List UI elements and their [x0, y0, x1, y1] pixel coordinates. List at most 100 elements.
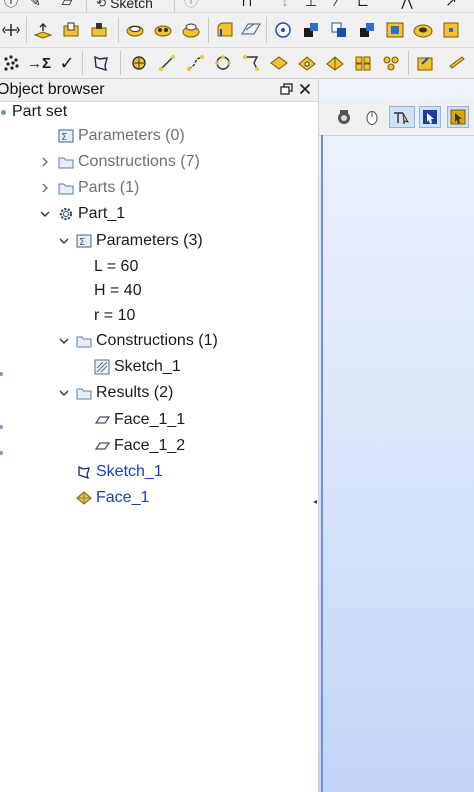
mouse-icon[interactable]: [361, 106, 383, 128]
tree-item-label: Constructions (1): [96, 332, 218, 349]
tree-item-label: Part set: [12, 103, 68, 120]
circle-icon[interactable]: [212, 52, 234, 74]
tree-item-results[interactable]: Results (2): [76, 381, 173, 405]
collapse-chevron-icon[interactable]: [58, 335, 70, 347]
tree-item-constructions[interactable]: Constructions (7): [58, 150, 200, 174]
info-icon[interactable]: ⓘ: [180, 0, 202, 12]
tree-item-param-L[interactable]: L = 60: [94, 255, 138, 279]
compound-icon[interactable]: [380, 52, 402, 74]
smash-icon[interactable]: [440, 19, 462, 41]
point-icon[interactable]: [128, 52, 150, 74]
folder-icon: [58, 180, 74, 196]
gear-icon: [58, 206, 74, 222]
point-cloud-icon[interactable]: [0, 52, 22, 74]
chamfer-icon[interactable]: [240, 19, 262, 41]
sketch-icon[interactable]: [90, 52, 112, 74]
revolution-icon[interactable]: [124, 19, 146, 41]
partition-icon[interactable]: [384, 19, 406, 41]
tree-item-label: Part_1: [78, 205, 126, 222]
solid-icon[interactable]: [324, 52, 346, 74]
collapse-chevron-icon[interactable]: [58, 387, 70, 399]
constraint-icon[interactable]: ⊏: [352, 0, 374, 12]
face-icon: [94, 438, 110, 454]
tree-item-param-H[interactable]: H = 40: [94, 279, 142, 303]
polyline-icon[interactable]: [184, 52, 206, 74]
arc-icon[interactable]: ⌒: [206, 0, 228, 12]
fillet-icon[interactable]: [214, 19, 236, 41]
placement-icon[interactable]: [356, 19, 378, 41]
folder-icon: [76, 385, 92, 401]
tree-item-parts[interactable]: Parts (1): [58, 176, 139, 200]
length-icon[interactable]: ⊥: [300, 0, 322, 12]
parameter-icon[interactable]: →Σ: [27, 52, 51, 74]
wire-icon[interactable]: [240, 52, 262, 74]
select-icon[interactable]: [389, 106, 415, 128]
folder-icon: [76, 333, 92, 349]
check-icon[interactable]: ✓: [56, 52, 78, 74]
visibility-icon[interactable]: [0, 364, 4, 376]
tree-item-label: Constructions (7): [78, 153, 200, 170]
tree-item-face-1-2[interactable]: Face_1_2: [94, 434, 185, 458]
fuse-icon[interactable]: [412, 19, 434, 41]
object-browser-panel: Object browser Part set Σ Parameters (0)…: [0, 79, 319, 792]
tree-item-label: r = 10: [94, 307, 136, 324]
scale-icon[interactable]: [328, 19, 350, 41]
tangent-icon[interactable]: ⋀: [396, 0, 418, 12]
partset-icon: [0, 109, 7, 116]
export-icon[interactable]: [446, 52, 468, 74]
extrusion-fuse-icon[interactable]: [88, 19, 110, 41]
viewer-3d[interactable]: [319, 79, 474, 792]
tree-item-param-r[interactable]: r = 10: [94, 304, 135, 328]
collapse-chevron-icon[interactable]: [39, 208, 51, 220]
tree-item-label: Parts (1): [78, 179, 140, 196]
splitter-handle-icon[interactable]: ◂: [313, 497, 317, 506]
angle-icon[interactable]: ∕: [326, 0, 348, 12]
line-icon[interactable]: [156, 52, 178, 74]
extrusion-cut-icon[interactable]: [60, 19, 82, 41]
tree-item-part-set[interactable]: Part set: [0, 100, 67, 124]
close-icon[interactable]: [297, 80, 313, 98]
shell-icon[interactable]: [296, 52, 318, 74]
tree-item-part-1[interactable]: Part_1: [58, 202, 125, 226]
collapse-chevron-icon[interactable]: [58, 235, 70, 247]
tree-item-part-constructions[interactable]: Constructions (1): [76, 329, 218, 353]
float-panel-icon[interactable]: [279, 82, 293, 96]
visibility-icon[interactable]: [0, 417, 4, 429]
tree-item-face-1-1[interactable]: Face_1_1: [94, 408, 185, 432]
move-icon[interactable]: [0, 19, 22, 41]
translation-icon[interactable]: [272, 19, 294, 41]
visibility-icon[interactable]: [0, 443, 4, 455]
box-icon[interactable]: ⊓: [236, 0, 258, 12]
expand-chevron-icon[interactable]: [39, 156, 51, 168]
camera-icon[interactable]: [333, 106, 355, 128]
tree-item-construction-sketch[interactable]: Sketch_1: [94, 355, 181, 379]
select-vertex-icon[interactable]: [419, 106, 441, 128]
face-icon[interactable]: [268, 52, 290, 74]
object-browser-header: Object browser: [0, 79, 318, 102]
tree-item-feature-sketch[interactable]: Sketch_1: [76, 460, 163, 484]
tree-item-label: Face_1_1: [114, 411, 186, 428]
import-icon[interactable]: [414, 52, 436, 74]
tree-item-feature-face[interactable]: Face_1: [76, 486, 149, 510]
dimension-icon[interactable]: ↕: [274, 0, 296, 12]
expand-chevron-icon[interactable]: [39, 182, 51, 194]
face-feature-icon: [76, 490, 92, 506]
revolution-cut-icon[interactable]: [152, 19, 174, 41]
info-icon[interactable]: ⓘ: [0, 0, 22, 12]
plane-icon[interactable]: ▱: [56, 0, 78, 12]
folder-icon: [58, 154, 74, 170]
tree-item-label: Results (2): [96, 384, 174, 401]
revolution-fuse-icon[interactable]: [180, 19, 202, 41]
extrusion-icon[interactable]: [32, 19, 54, 41]
tree-item-part-parameters[interactable]: Σ Parameters (3): [76, 229, 203, 253]
arrow-icon[interactable]: ↗: [440, 0, 462, 12]
pen-icon[interactable]: ✎: [24, 0, 46, 12]
tab-sketch[interactable]: ⟲ Sketch: [92, 0, 157, 12]
compsolid-icon[interactable]: [352, 52, 374, 74]
select-face-icon[interactable]: [447, 106, 469, 128]
tree-item-parameters[interactable]: Σ Parameters (0): [58, 124, 185, 148]
tree-item-label: L = 60: [94, 258, 139, 275]
rotation-icon[interactable]: [300, 19, 322, 41]
sketch-feature-icon: [76, 464, 92, 480]
sketch-tab-label: Sketch: [110, 0, 153, 11]
